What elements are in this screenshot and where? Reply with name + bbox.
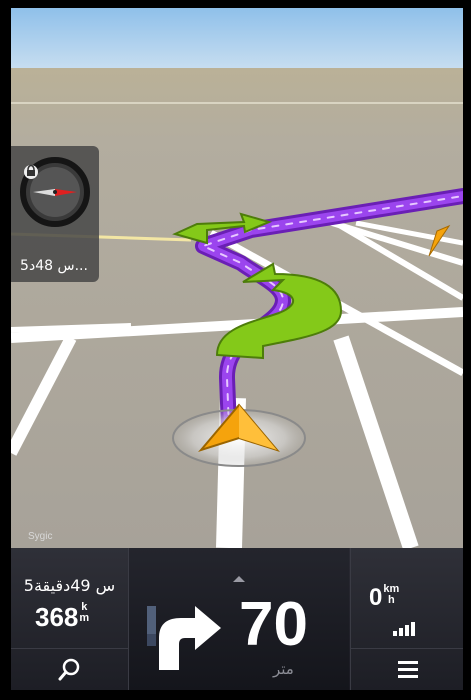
expand-caret-icon[interactable] (233, 576, 245, 582)
next-turn-panel[interactable]: 70 متر (129, 548, 349, 690)
menu-button[interactable] (351, 648, 463, 690)
route-info-panel[interactable]: 5س 49دقيقة 368 k m (11, 548, 129, 690)
compass-eta: 5س 48د... (20, 258, 88, 274)
remaining-distance-unit: km (79, 602, 89, 624)
bottom-bar: 5س 49دقيقة 368 k m 70 متر 0km h (11, 548, 463, 690)
brand-name: Sygic (28, 530, 53, 542)
remaining-distance: 368 k m (35, 602, 89, 633)
turn-right-icon (159, 606, 221, 670)
menu-icon (398, 661, 418, 682)
sky (11, 8, 463, 70)
current-speed: 0km h (369, 584, 399, 612)
speed-unit-bottom: h (387, 594, 395, 606)
signal-bars-icon (393, 622, 415, 636)
next-turn-distance-unit: متر (273, 660, 294, 678)
distance-unit-bottom: m (79, 612, 90, 624)
remaining-distance-value: 368 (35, 602, 79, 632)
speed-panel[interactable]: 0km h (350, 548, 463, 690)
search-button[interactable] (11, 648, 128, 690)
remaining-time: 5س 49دقيقة (23, 576, 116, 595)
speed-unit: km h (383, 584, 399, 606)
speed-value: 0 (369, 584, 383, 611)
next-turn-distance: 70 (239, 590, 308, 659)
sygic-logo: Sygic (15, 530, 52, 542)
search-icon (58, 658, 80, 681)
sygic-logo-icon (15, 530, 27, 542)
compass-icon[interactable] (11, 146, 99, 246)
compass-widget[interactable]: 5س 48د... (11, 146, 99, 282)
navigation-screen: 5س 48د... Sygic 5س 49دقيقة 368 k m 70 مت… (11, 8, 463, 690)
